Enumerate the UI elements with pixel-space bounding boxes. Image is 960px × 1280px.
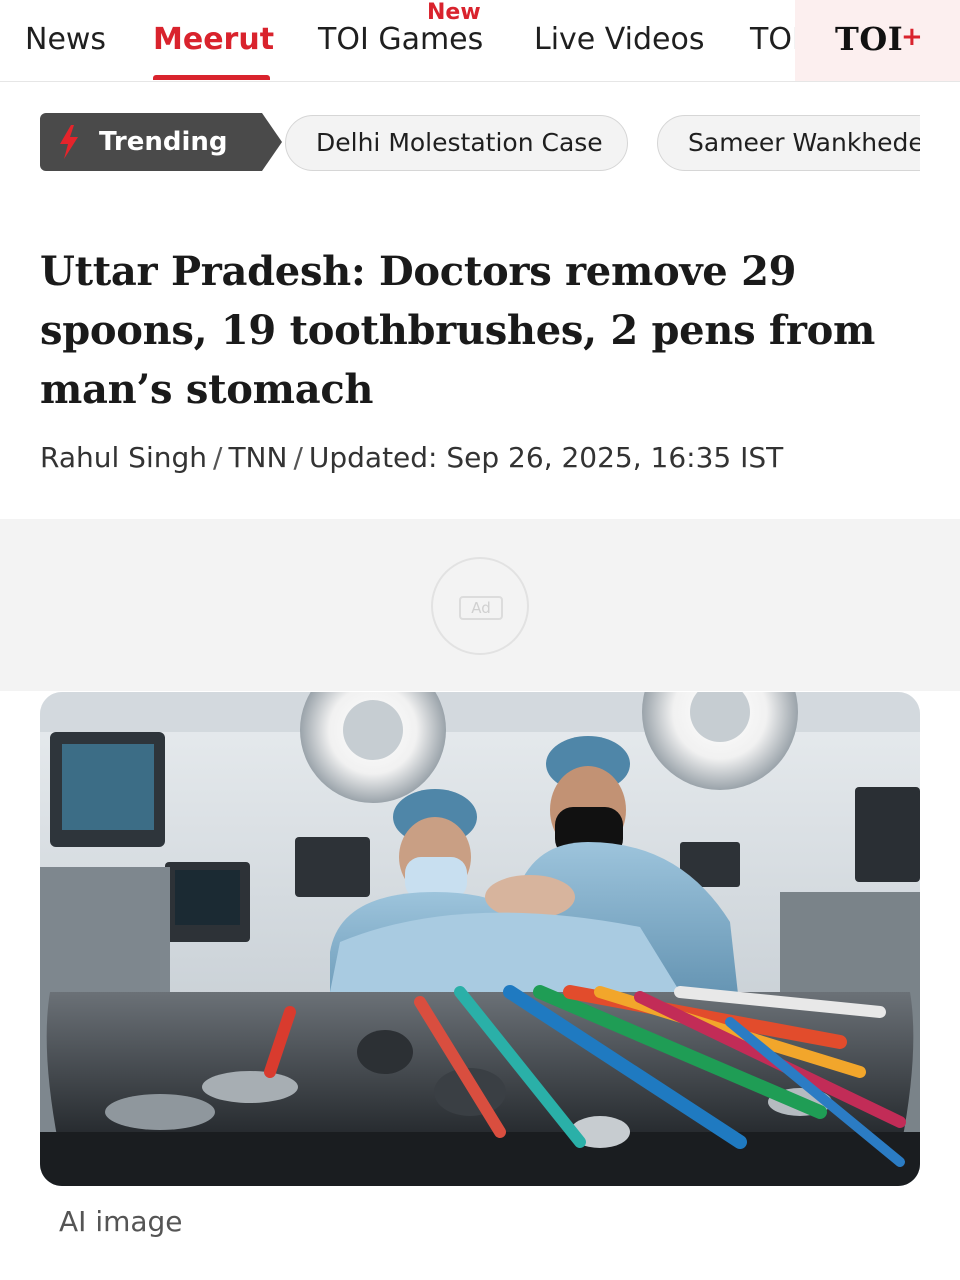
nav-item-meerut[interactable]: Meerut xyxy=(153,22,274,57)
nav-item-toi[interactable]: TOI xyxy=(750,22,801,57)
nav-item-toi-games[interactable]: TOI Games xyxy=(318,22,483,57)
ad-placeholder-icon: Ad xyxy=(431,557,529,655)
trending-bar: Trending Delhi Molestation Case Sameer W… xyxy=(40,113,920,173)
article-byline: Rahul Singh / TNN / Updated: Sep 26, 2025, 1… xyxy=(40,441,783,474)
ad-slot: Ad xyxy=(0,519,960,691)
byline-separator: / xyxy=(293,441,303,474)
trending-topic-sameer-wankhede[interactable]: Sameer Wankhede xyxy=(657,115,920,171)
author-name[interactable]: Rahul Singh xyxy=(40,441,207,474)
trending-label: Trending xyxy=(99,127,228,157)
top-nav: News Meerut New TOI Games Live Videos TO… xyxy=(0,0,960,82)
article-headline: Uttar Pradesh: Doctors remove 29 spoons,… xyxy=(40,248,876,413)
trending-topic-delhi-molestation-case[interactable]: Delhi Molestation Case xyxy=(285,115,628,171)
toi-plus-logo-text: TOI xyxy=(835,20,904,58)
active-tab-indicator xyxy=(153,75,270,80)
updated-timestamp: Updated: Sep 26, 2025, 16:35 IST xyxy=(308,441,784,474)
trending-label-tag[interactable]: Trending xyxy=(40,113,282,171)
ad-label: Ad xyxy=(459,596,503,620)
surgery-illustration xyxy=(40,692,920,1186)
article-hero-image[interactable] xyxy=(40,692,920,1186)
toi-plus-logo-button[interactable]: TOI + xyxy=(795,0,960,81)
nav-item-news[interactable]: News xyxy=(25,22,106,57)
lightning-bolt-icon xyxy=(60,125,78,159)
agency-name: TNN xyxy=(228,441,288,474)
nav-item-live-videos[interactable]: Live Videos xyxy=(534,22,704,57)
toi-plus-symbol: + xyxy=(901,22,923,52)
image-caption: AI image xyxy=(59,1205,183,1238)
byline-separator: / xyxy=(213,441,223,474)
